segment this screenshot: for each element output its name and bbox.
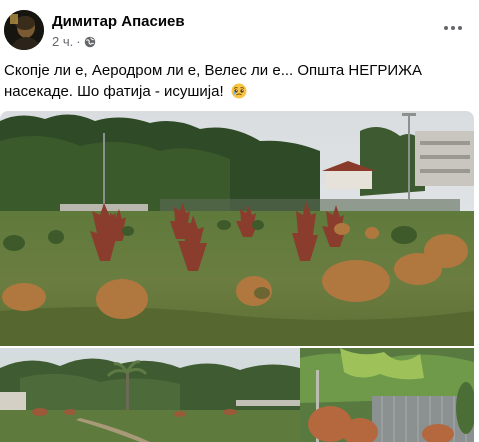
park-dried-hedge-photo xyxy=(0,348,474,442)
post-text: Скопје ли е, Аеродром ли е, Велес ли е..… xyxy=(4,60,474,102)
globe-icon[interactable] xyxy=(84,36,96,48)
more-options-icon[interactable] xyxy=(441,16,465,40)
avatar-image xyxy=(4,10,44,50)
post-text-content: Скопје ли е, Аеродром ли е, Велес ли е..… xyxy=(4,62,423,100)
photo-main[interactable] xyxy=(0,111,474,346)
post-time[interactable]: 2 ч. xyxy=(52,34,73,49)
post-header: Димитар Апасиев 2 ч. · xyxy=(0,0,479,56)
park-dried-pines-photo xyxy=(0,111,474,346)
pleading-face-emoji xyxy=(231,83,247,99)
photo-grid xyxy=(0,111,479,442)
post-meta: 2 ч. · xyxy=(52,34,96,49)
meta-separator: · xyxy=(76,34,81,49)
avatar[interactable] xyxy=(4,10,44,50)
photo-second[interactable] xyxy=(0,348,474,442)
author-name[interactable]: Димитар Апасиев xyxy=(52,13,185,30)
